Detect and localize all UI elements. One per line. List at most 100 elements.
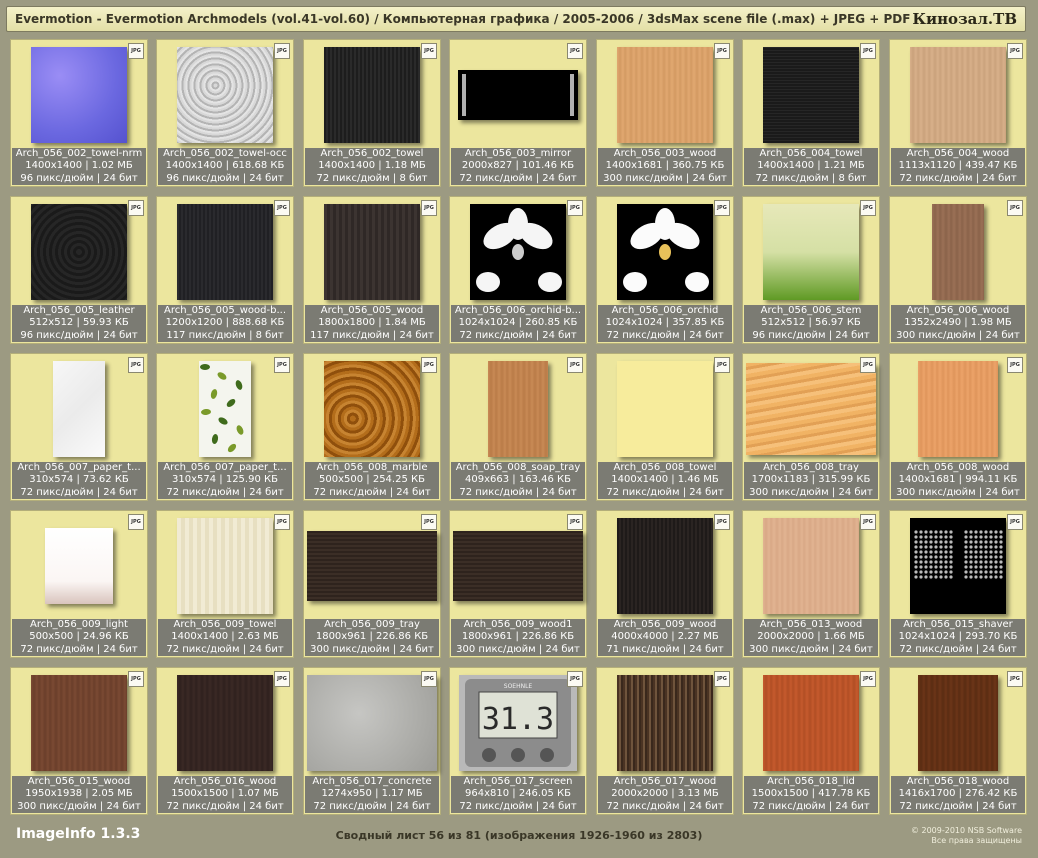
thumbnail-area xyxy=(890,197,1026,306)
wood-texture[interactable] xyxy=(324,203,420,300)
wood-texture[interactable] xyxy=(918,674,998,771)
thumbnail-cell[interactable]: JPG Arch_056_006_wood 1352x2490 | 1.98 МБ 3… xyxy=(889,196,1027,344)
wood-texture[interactable] xyxy=(617,517,713,614)
wood-texture[interactable] xyxy=(763,517,859,614)
file-meta: 72 пикс/дюйм | 24 бит xyxy=(899,643,1017,655)
file-info: Arch_056_017_wood 2000x2000 | 3.13 МБ 72 п… xyxy=(598,776,732,813)
thumbnail-area xyxy=(157,354,293,463)
jpg-file-icon: JPG xyxy=(274,200,290,216)
file-name: Arch_056_009_wood xyxy=(613,619,717,630)
thumbnail-area xyxy=(743,40,879,149)
thumbnail-cell[interactable]: JPG Arch_056_015_shaver 1024x1024 | 293.70… xyxy=(889,510,1027,658)
thumbnail-cell[interactable]: JPG Arch_056_005_wood-b... 1200x1200 | 888… xyxy=(156,196,294,344)
thumbnail-cell[interactable]: JPG Arch_056_004_wood 1113x1120 | 439.47 К… xyxy=(889,39,1027,187)
leaf-paper-texture[interactable] xyxy=(199,360,251,457)
file-name: Arch_056_013_wood xyxy=(759,619,863,630)
marble-texture[interactable] xyxy=(324,360,420,457)
file-info: Arch_056_018_wood 1416x1700 | 276.42 КБ 72… xyxy=(891,776,1025,813)
thumbnail-cell[interactable]: JPG Arch_056_008_marble 500x500 | 254.25 К… xyxy=(303,353,441,501)
scale-screen-texture[interactable]: SOEHNLE 31.3 xyxy=(459,674,577,771)
thumbnail-cell[interactable]: JPG Arch_056_008_towel 1400x1400 | 1.46 МБ… xyxy=(596,353,734,501)
thumbnail-cell[interactable]: SOEHNLE 31.3 JPG Arch_056_017_screen 964x8… xyxy=(449,667,587,815)
file-info: Arch_056_007_paper_t... 310x574 | 73.62 К… xyxy=(12,462,146,499)
thumbnail-cell[interactable]: JPG Arch_056_004_towel 1400x1400 | 1.21 МБ… xyxy=(742,39,880,187)
light-texture[interactable] xyxy=(45,527,113,604)
thumbnail-cell[interactable]: JPG Arch_056_009_wood 4000x4000 | 2.27 МБ 7… xyxy=(596,510,734,658)
thumbnail-cell[interactable]: JPG Arch_056_009_light 500x500 | 24.96 КБ 7… xyxy=(10,510,148,658)
thumbnail-cell[interactable]: JPG Arch_056_005_wood 1800x1800 | 1.84 МБ 1… xyxy=(303,196,441,344)
wood-texture[interactable] xyxy=(932,203,984,300)
thumbnail-cell[interactable]: JPG Arch_056_008_tray 1700x1183 | 315.99 К… xyxy=(742,353,880,501)
thumbnail-cell[interactable]: JPG Arch_056_005_leather 512x512 | 59.93 К… xyxy=(10,196,148,344)
wood-texture[interactable] xyxy=(488,360,548,457)
file-meta: 72 пикс/дюйм | 24 бит xyxy=(899,800,1017,812)
wood-texture[interactable] xyxy=(617,674,713,771)
wood-texture[interactable] xyxy=(177,203,273,300)
thumbnail-cell[interactable]: JPG Arch_056_002_towel-nrm 1400x1400 | 1.0… xyxy=(10,39,148,187)
file-size: 310x574 | 125.90 КБ xyxy=(172,474,278,486)
jpg-file-icon: JPG xyxy=(714,514,730,530)
stem-texture[interactable] xyxy=(763,203,859,300)
wood-texture[interactable] xyxy=(746,362,876,455)
file-size: 1500x1500 | 417.78 КБ xyxy=(751,788,871,800)
thumbnail-cell[interactable]: JPG Arch_056_018_wood 1416x1700 | 276.42 К… xyxy=(889,667,1027,815)
normal-map-texture[interactable] xyxy=(31,46,127,143)
thumbnail-cell[interactable]: JPG Arch_056_009_wood1 1800x961 | 226.86 К… xyxy=(449,510,587,658)
thumbnail-cell[interactable]: JPG Arch_056_013_wood 2000x2000 | 1.66 МБ 3… xyxy=(742,510,880,658)
wood-texture[interactable] xyxy=(617,46,713,143)
file-info: Arch_056_005_wood 1800x1800 | 1.84 МБ 117 … xyxy=(305,305,439,342)
thumbnail-cell[interactable]: JPG Arch_056_006_orchid-b... 1024x1024 | 2… xyxy=(449,196,587,344)
file-meta: 72 пикс/дюйм | 24 бит xyxy=(20,643,138,655)
wood-texture[interactable] xyxy=(307,530,437,601)
thumbnail-cell[interactable]: JPG Arch_056_017_concrete 1274x950 | 1.17 … xyxy=(303,667,441,815)
copyright-line: © 2009-2010 NSB Software xyxy=(910,826,1022,835)
file-info: Arch_056_003_mirror 2000x827 | 101.46 КБ 7… xyxy=(451,148,585,185)
file-name: Arch_056_017_wood xyxy=(613,776,717,787)
occlusion-texture[interactable] xyxy=(177,46,273,143)
thumbnail-cell[interactable]: JPG Arch_056_017_wood 2000x2000 | 3.13 МБ 7… xyxy=(596,667,734,815)
jpg-file-icon: JPG xyxy=(128,200,144,216)
wood-texture[interactable] xyxy=(763,674,859,771)
orchid-texture[interactable] xyxy=(470,203,566,300)
thumbnail-cell[interactable]: JPG Arch_056_008_wood 1400x1681 | 994.11 К… xyxy=(889,353,1027,501)
thumbnail-cell[interactable]: JPG Arch_056_003_mirror 2000x827 | 101.46 … xyxy=(449,39,587,187)
file-size: 1800x1800 | 1.84 МБ xyxy=(318,317,426,329)
jpg-file-icon: JPG xyxy=(1007,671,1023,687)
thumbnail-cell[interactable]: JPG Arch_056_007_paper_t... 310x574 | 125.… xyxy=(156,353,294,501)
leather-texture[interactable] xyxy=(31,203,127,300)
file-meta: 72 пикс/дюйм | 24 бит xyxy=(899,172,1017,184)
thumbnail-cell[interactable]: JPG Arch_056_007_paper_t... 310x574 | 73.6… xyxy=(10,353,148,501)
wood-texture[interactable] xyxy=(918,360,998,457)
thumbnail-cell[interactable]: JPG Arch_056_002_towel-occ 1400x1400 | 618… xyxy=(156,39,294,187)
orchid-texture[interactable] xyxy=(617,203,713,300)
file-size: 1113x1120 | 439.47 КБ xyxy=(898,160,1018,172)
file-meta: 300 пикс/дюйм | 24 бит xyxy=(896,329,1020,341)
thumbnail-cell[interactable]: JPG Arch_056_008_soap_tray 409x663 | 163.4… xyxy=(449,353,587,501)
towel-texture[interactable] xyxy=(177,517,273,614)
thumbnail-cell[interactable]: JPG Arch_056_009_tray 1800x961 | 226.86 КБ… xyxy=(303,510,441,658)
wood-texture[interactable] xyxy=(31,674,127,771)
mirror-texture[interactable] xyxy=(458,69,578,120)
file-size: 500x500 | 24.96 КБ xyxy=(29,631,129,643)
file-size: 1352x2490 | 1.98 МБ xyxy=(904,317,1012,329)
wood-texture[interactable] xyxy=(453,530,583,601)
thumbnail-cell[interactable]: JPG Arch_056_003_wood 1400x1681 | 360.75 К… xyxy=(596,39,734,187)
paper-texture[interactable] xyxy=(53,360,105,457)
thumbnail-cell[interactable]: JPG Arch_056_009_towel 1400x1400 | 2.63 МБ… xyxy=(156,510,294,658)
wood-texture[interactable] xyxy=(177,674,273,771)
towel-texture[interactable] xyxy=(763,46,859,143)
shaver-texture[interactable] xyxy=(910,517,1006,614)
thumbnail-cell[interactable]: JPG Arch_056_006_stem 512x512 | 56.97 КБ 96… xyxy=(742,196,880,344)
towel-texture[interactable] xyxy=(324,46,420,143)
concrete-texture[interactable] xyxy=(307,674,437,771)
thumbnail-cell[interactable]: JPG Arch_056_006_orchid 1024x1024 | 357.85… xyxy=(596,196,734,344)
wood-texture[interactable] xyxy=(910,46,1006,143)
thumbnail-area xyxy=(11,354,147,463)
thumbnail-cell[interactable]: JPG Arch_056_002_towel 1400x1400 | 1.18 МБ… xyxy=(303,39,441,187)
thumbnail-cell[interactable]: JPG Arch_056_018_lid 1500x1500 | 417.78 КБ… xyxy=(742,667,880,815)
towel-texture[interactable] xyxy=(617,360,713,457)
file-size: 1700x1183 | 315.99 КБ xyxy=(751,474,871,486)
jpg-file-icon: JPG xyxy=(1007,514,1023,530)
thumbnail-cell[interactable]: JPG Arch_056_016_wood 1500x1500 | 1.07 МБ 7… xyxy=(156,667,294,815)
thumbnail-cell[interactable]: JPG Arch_056_015_wood 1950x1938 | 2.05 МБ 3… xyxy=(10,667,148,815)
